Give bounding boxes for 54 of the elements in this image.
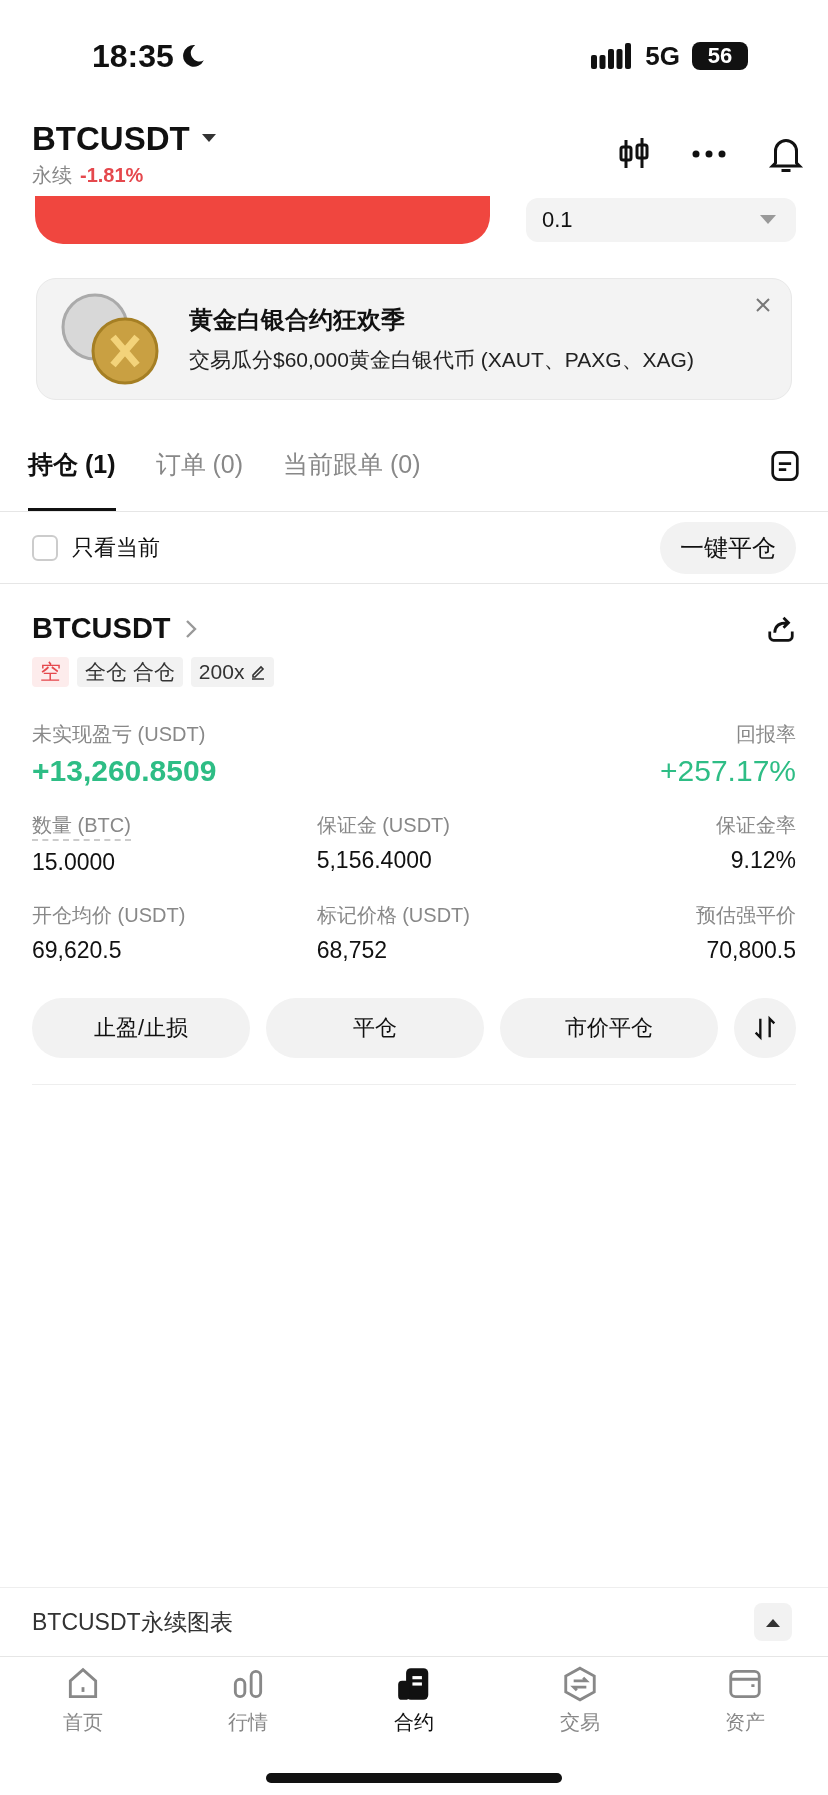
pnl-value: +13,260.8509 [32, 754, 217, 788]
network-label: 5G [645, 40, 680, 72]
pnl-label: 未实现盈亏 (USDT) [32, 722, 206, 747]
checkbox[interactable] [32, 534, 58, 561]
promo-banner[interactable]: 黄金白银合约狂欢季 交易瓜分$60,000黄金白银代币 (XAUT、PAXG、XAG) [36, 278, 792, 400]
action-button[interactable]: 止盈/止损 [32, 998, 250, 1058]
short-tag: 空 [32, 657, 69, 687]
nav-tab[interactable]: 合约 [331, 1657, 497, 1761]
field-label: 保证金 (USDT) [316, 813, 450, 838]
chevron-icon[interactable] [184, 618, 197, 639]
field-value: 5,156.4000 [316, 847, 432, 874]
position-tab[interactable]: 持仓 (1) [28, 420, 116, 511]
notes-icon[interactable] [770, 449, 800, 482]
field-label: 保证金率 [716, 813, 796, 838]
position-tab[interactable]: 订单 (0) [155, 420, 243, 511]
nav-tab[interactable]: 资产 [662, 1657, 828, 1761]
nav-tab[interactable]: 首页 [0, 1657, 166, 1761]
banner-title: 黄金白银合约狂欢季 [189, 305, 406, 335]
field-label: 开仓均价 (USDT) [32, 903, 186, 928]
field-value: 69,620.5 [32, 937, 122, 964]
roe-value: +257.17% [660, 754, 796, 788]
roe-label: 回报率 [736, 722, 796, 747]
field-value: 68,752 [316, 937, 387, 964]
close-icon[interactable] [755, 297, 771, 313]
close-all-button[interactable]: 一键平仓 [660, 521, 796, 574]
leverage-tag[interactable]: 200x [190, 657, 275, 687]
position-tab[interactable]: 当前跟单 (0) [283, 420, 421, 511]
battery-level: 56 [692, 42, 748, 70]
nav-tab[interactable]: 交易 [496, 1657, 663, 1761]
field-label: 预估强平价 [696, 903, 796, 928]
action-button[interactable]: 市价平仓 [500, 998, 718, 1058]
chart-bar-label[interactable]: BTCUSDT永续图表 [32, 1606, 233, 1638]
filter-label: 只看当前 [72, 533, 160, 562]
field-value: 70,800.5 [706, 937, 796, 964]
field-label[interactable]: 数量 (BTC) [32, 812, 131, 841]
symbol-title[interactable]: BTCUSDT [32, 119, 190, 158]
field-label: 标记价格 (USDT) [316, 903, 470, 928]
quantity-select[interactable]: 0.1 [526, 198, 796, 242]
field-value: 9.12% [730, 847, 796, 874]
position-symbol[interactable]: BTCUSDT [32, 612, 171, 645]
field-value: 15.0000 [32, 849, 116, 876]
edit-icon[interactable] [250, 664, 267, 680]
action-button[interactable]: 平仓 [266, 998, 484, 1058]
expand-button[interactable] [754, 1603, 792, 1641]
more-icon[interactable] [692, 150, 726, 158]
banner-text: 交易瓜分$60,000黄金白银代币 (XAUT、PAXG、XAG) [189, 347, 694, 373]
margin-tag: 全仓 合仓 [77, 657, 183, 687]
signal-icon [591, 43, 634, 69]
caret-icon [766, 1617, 780, 1627]
nav-tab[interactable]: 行情 [165, 1657, 332, 1761]
contract-type: 永续 [32, 162, 72, 188]
clock-time: 18:35 [92, 37, 174, 75]
price-change: -1.81% [80, 163, 144, 187]
caret-icon[interactable] [201, 133, 216, 144]
